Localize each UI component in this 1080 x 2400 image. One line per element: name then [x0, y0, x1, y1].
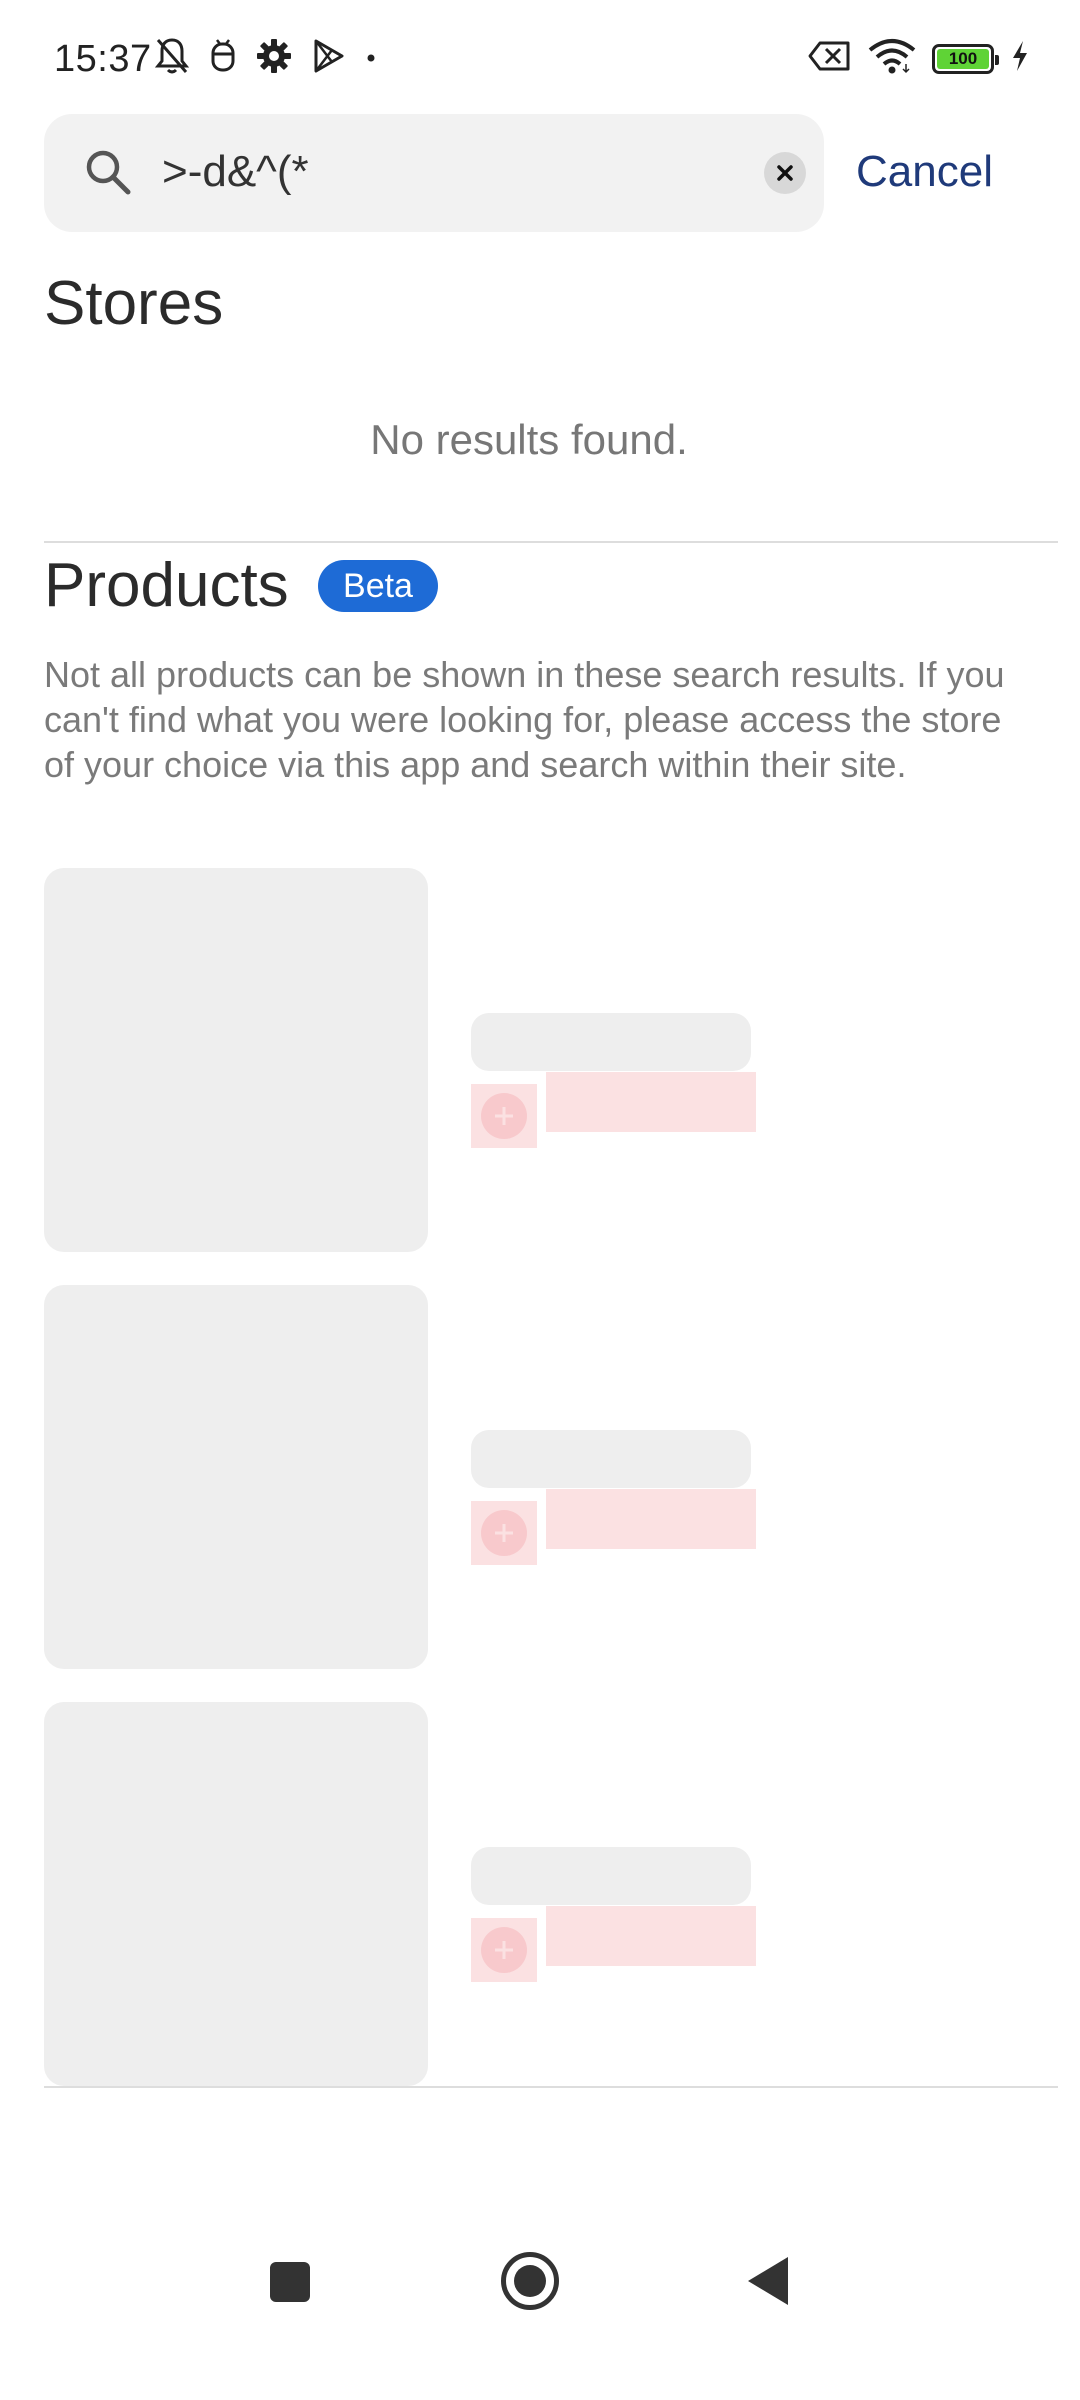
section-divider: [44, 541, 1058, 543]
products-disclaimer: Not all products can be shown in these s…: [44, 654, 1005, 785]
product-image-placeholder: [44, 1285, 428, 1669]
plus-icon: [495, 1107, 513, 1125]
home-button[interactable]: [501, 2252, 559, 2310]
search-field[interactable]: >-d&^(*: [44, 114, 824, 232]
status-bar: 15:37 100: [0, 0, 1080, 120]
battery-level: 100: [948, 48, 978, 68]
list-bottom-divider: [44, 2086, 1058, 2088]
stores-heading: Stores: [44, 269, 224, 338]
product-card-placeholder: [44, 868, 1058, 1252]
product-card-placeholder: [44, 1702, 1058, 2086]
product-price-placeholder: [546, 1906, 756, 1966]
product-title-placeholder: [471, 1013, 751, 1071]
product-price-placeholder: [546, 1072, 756, 1132]
clear-search-button[interactable]: [764, 152, 806, 194]
search-icon: [80, 144, 136, 200]
search-input[interactable]: >-d&^(*: [162, 144, 309, 200]
charging-icon: [1010, 39, 1030, 78]
home-icon: [514, 2265, 546, 2297]
recents-button[interactable]: [270, 2262, 310, 2302]
gear-icon: [256, 38, 292, 79]
no-sim-icon: [808, 40, 852, 77]
product-card-placeholder: [44, 1285, 1058, 1669]
battery-icon: 100: [932, 43, 999, 74]
system-navigation-bar: [0, 2230, 1080, 2340]
no-results-message: No results found.: [370, 416, 688, 463]
add-to-cart-button[interactable]: [471, 1084, 537, 1148]
back-button[interactable]: [748, 2257, 788, 2305]
app-notification-icon: [208, 38, 238, 79]
wifi-icon: [868, 38, 916, 79]
product-title-placeholder: [471, 1847, 751, 1905]
product-title-placeholder: [471, 1430, 751, 1488]
bell-off-icon: [154, 36, 190, 81]
cancel-button[interactable]: Cancel: [856, 144, 993, 200]
dot-icon: [364, 38, 378, 79]
add-to-cart-button[interactable]: [471, 1918, 537, 1982]
play-store-icon: [310, 38, 346, 79]
close-icon: [777, 165, 793, 181]
add-to-cart-button[interactable]: [471, 1501, 537, 1565]
status-icons-right: 100: [808, 38, 1030, 79]
beta-badge: Beta: [318, 560, 438, 612]
product-image-placeholder: [44, 1702, 428, 2086]
status-icons-left: [154, 36, 378, 81]
plus-icon: [495, 1524, 513, 1542]
product-price-placeholder: [546, 1489, 756, 1549]
beta-badge-label: Beta: [343, 566, 413, 605]
status-time: 15:37: [54, 38, 152, 80]
plus-icon: [495, 1941, 513, 1959]
products-heading: Products: [44, 551, 289, 620]
product-image-placeholder: [44, 868, 428, 1252]
